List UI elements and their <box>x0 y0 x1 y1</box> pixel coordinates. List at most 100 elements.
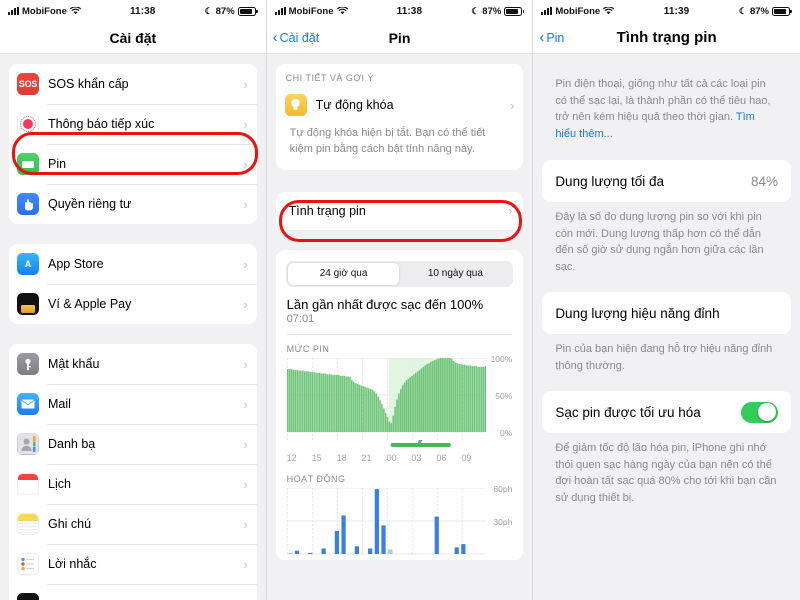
sidebar-item-partial[interactable] <box>9 584 257 600</box>
status-bar: MobiFone 11:38 ☾ 87% <box>266 0 533 22</box>
battery-level-chart-title: MỨC PIN <box>286 343 330 354</box>
battery-health-content[interactable]: Pin điện thoại, giống như tất cả các loạ… <box>533 54 800 600</box>
clock-label: 11:39 <box>663 5 690 17</box>
sidebar-item-battery[interactable]: Pin › <box>9 144 257 184</box>
calendar-icon <box>17 473 39 495</box>
activity-chart: 60ph 30ph <box>276 484 524 560</box>
row-label: Lịch <box>48 477 71 491</box>
optimized-charging-card: Sạc pin được tối ưu hóa <box>542 391 791 433</box>
sidebar-item-reminders[interactable]: Lời nhắc › <box>9 544 257 584</box>
carrier-label: MobiFone <box>555 5 601 17</box>
row-label: Thông báo tiếp xúc <box>48 117 155 131</box>
page-title: Tình trạng pin <box>616 29 717 46</box>
signal-bars-icon <box>8 7 19 15</box>
chevron-right-icon: › <box>243 356 248 372</box>
sidebar-item-notes[interactable]: Ghi chú › <box>9 504 257 544</box>
chevron-right-icon: › <box>507 203 513 219</box>
row-label: Danh bạ <box>48 437 96 451</box>
battery-settings-icon <box>17 153 39 175</box>
last-charge-time: 07:01 <box>286 312 315 325</box>
sidebar-item-mail[interactable]: Mail › <box>9 384 257 424</box>
battery-health-row[interactable]: Tình trạng pin › <box>276 192 524 230</box>
section-header: CHI TIẾT VÀ GỢI Ý <box>285 73 375 83</box>
max-capacity-row: Dung lượng tối đa 84% <box>542 160 791 202</box>
settings-list[interactable]: SOS SOS khẩn cấp › Thông báo tiếp xúc › … <box>0 54 266 600</box>
nav-bar: ‹ Cài đặt Pin <box>266 22 533 54</box>
chevron-right-icon: › <box>243 296 248 312</box>
moon-icon: ☾ <box>471 5 480 16</box>
chevron-right-icon: › <box>243 396 248 412</box>
optimized-charging-row[interactable]: Sạc pin được tối ưu hóa <box>542 391 791 433</box>
sidebar-item-privacy[interactable]: Quyền riêng tư › <box>9 184 257 224</box>
battery-icon <box>771 6 792 16</box>
battery-icon <box>504 6 525 16</box>
xtick: 12 <box>286 452 297 463</box>
row-label: App Store <box>48 257 104 271</box>
row-label: Tình trạng pin <box>288 203 366 218</box>
ytick: 30ph <box>493 516 513 527</box>
status-bar: MobiFone 11:38 ☾ 87% <box>0 0 266 22</box>
auto-lock-note: Tự động khóa hiện bị tắt. Bạn có thể tiế… <box>289 127 486 155</box>
battery-level-chart: 100% 50% 0% 12 15 18 21 00 03 06 09 <box>276 354 524 463</box>
phone-icon <box>17 593 39 600</box>
back-button[interactable]: ‹ Pin <box>533 30 564 45</box>
clock-label: 11:38 <box>129 5 156 17</box>
sidebar-item-app-store[interactable]: A App Store › <box>9 244 257 284</box>
carrier-label: MobiFone <box>22 5 67 17</box>
passwords-key-icon <box>17 353 39 375</box>
back-label: Pin <box>546 30 565 45</box>
peak-performance-row: Dung lượng hiệu năng đỉnh <box>542 292 791 334</box>
chevron-left-icon: ‹ <box>272 29 278 46</box>
segment-10d[interactable]: 10 ngày qua <box>399 263 511 285</box>
privacy-hand-icon <box>17 193 39 215</box>
ytick: 0% <box>500 427 513 438</box>
wifi-icon <box>603 7 615 15</box>
xtick: 00 <box>386 452 397 463</box>
row-label: Dung lượng tối đa <box>555 173 665 189</box>
moon-icon: ☾ <box>204 5 213 16</box>
sos-icon: SOS <box>17 73 39 95</box>
three-phone-screenshots: MobiFone 11:38 ☾ 87% Cài đặt SOS SOS khẩ… <box>0 0 800 600</box>
sidebar-item-wallet[interactable]: Ví & Apple Pay › <box>9 284 257 324</box>
sidebar-item-sos[interactable]: SOS SOS khẩn cấp › <box>9 64 257 104</box>
sidebar-item-calendar[interactable]: Lịch › <box>9 464 257 504</box>
battery-content[interactable]: CHI TIẾT VÀ GỢI Ý Tự động khóa › Tự động… <box>267 54 533 600</box>
activity-yaxis: 60ph 30ph <box>486 484 513 560</box>
auto-lock-row[interactable]: Tự động khóa › <box>276 86 524 124</box>
chevron-right-icon: › <box>243 196 248 212</box>
max-capacity-card: Dung lượng tối đa 84% <box>542 160 791 202</box>
status-right: ☾ 87% <box>204 5 258 17</box>
clock-label: 11:38 <box>396 5 423 17</box>
ytick: 60ph <box>493 483 513 494</box>
chevron-left-icon: ‹ <box>539 29 545 46</box>
intro-text: Pin điện thoại, giống như tất cả các loạ… <box>542 54 791 146</box>
signal-bars-icon <box>274 7 286 15</box>
wallet-icon <box>17 293 39 315</box>
row-label: Pin <box>48 157 67 171</box>
status-left: MobiFone <box>8 6 81 17</box>
row-label: Sạc pin được tối ưu hóa <box>555 404 701 420</box>
ytick: 50% <box>495 390 513 401</box>
optimized-charging-note: Để giảm tốc độ lão hóa pin, iPhone ghi n… <box>555 442 777 504</box>
notes-icon <box>17 513 39 535</box>
chevron-right-icon: › <box>243 256 248 272</box>
reminders-icon <box>17 553 39 575</box>
carrier-label: MobiFone <box>288 5 334 17</box>
sidebar-item-contacts[interactable]: Danh bạ › <box>9 424 257 464</box>
sidebar-item-exposure[interactable]: Thông báo tiếp xúc › <box>9 104 257 144</box>
status-left: MobiFone <box>541 5 615 17</box>
settings-group-1: SOS SOS khẩn cấp › Thông báo tiếp xúc › … <box>9 64 257 224</box>
optimized-charging-toggle[interactable] <box>740 401 778 423</box>
row-label: Ghi chú <box>48 517 92 531</box>
row-label: Ví & Apple Pay <box>48 297 132 311</box>
xtick: 03 <box>411 452 422 463</box>
nav-bar: ‹ Pin Tình trạng pin <box>533 22 800 54</box>
battery-health-card: Tình trạng pin › <box>275 191 524 230</box>
row-label: Tự động khóa <box>315 98 394 112</box>
battery-percent-label: 87% <box>215 5 235 17</box>
peak-performance-note: Pin của bạn hiện đang hỗ trợ hiệu năng đ… <box>555 343 773 372</box>
sidebar-item-passwords[interactable]: Mật khẩu › <box>9 344 257 384</box>
time-range-segmented-control[interactable]: 24 giờ qua 10 ngày qua <box>285 260 514 287</box>
back-button[interactable]: ‹ Cài đặt <box>267 30 320 45</box>
segment-24h[interactable]: 24 giờ qua <box>287 262 400 285</box>
